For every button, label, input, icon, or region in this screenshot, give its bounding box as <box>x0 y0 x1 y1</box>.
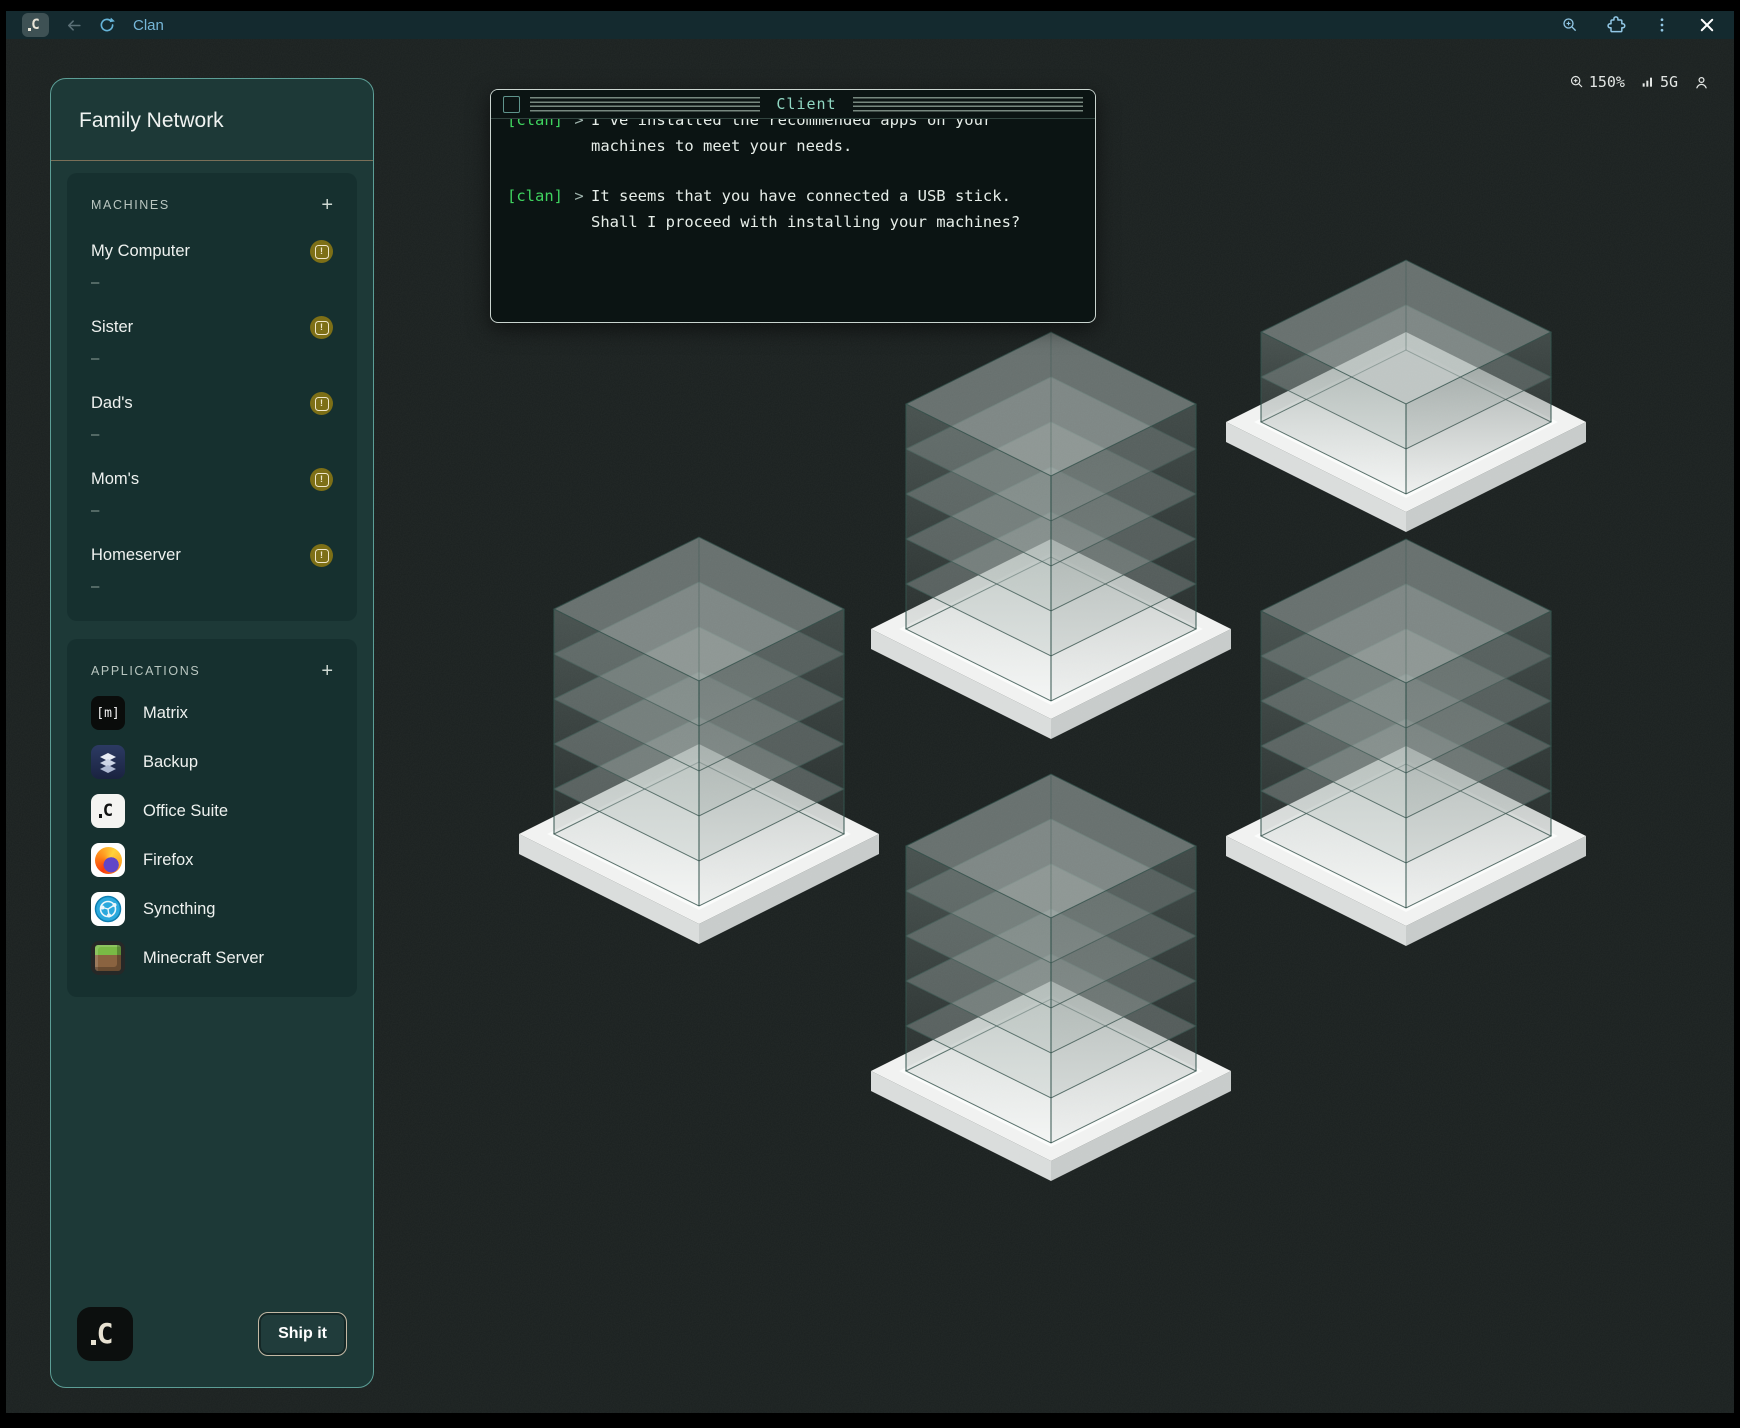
machine-stack[interactable] <box>519 537 879 944</box>
machine-status: – <box>91 578 333 595</box>
machine-item-sister[interactable]: Sister ! – <box>91 316 333 367</box>
syncthing-icon <box>91 892 125 926</box>
browser-toolbar: C Clan <box>6 11 1734 39</box>
close-window-button[interactable] <box>1698 16 1716 34</box>
page-title: Clan <box>133 17 164 34</box>
minecraft-grass-block-icon <box>91 941 125 975</box>
terminal-title: Client <box>760 95 852 113</box>
person-icon <box>1693 74 1710 91</box>
machine-status: – <box>91 274 333 291</box>
status-warning-icon: ! <box>310 468 333 491</box>
machine-stack[interactable] <box>871 332 1231 739</box>
status-warning-icon: ! <box>310 392 333 415</box>
back-button[interactable] <box>64 16 83 35</box>
network-title: Family Network <box>51 79 373 160</box>
terminal-message: [clan] > I've installed the recommended … <box>507 119 1079 159</box>
terminal-output: [clan] > I've installed the recommended … <box>491 119 1095 322</box>
window-control-icon[interactable] <box>503 96 520 113</box>
terminal-message: [clan] > It seems that you have connecte… <box>507 183 1079 235</box>
matrix-icon: [m] <box>91 696 125 730</box>
add-machine-button[interactable]: + <box>321 195 333 215</box>
app-label: Backup <box>143 753 198 772</box>
app-item-minecraft-server[interactable]: Minecraft Server <box>91 941 333 975</box>
add-application-button[interactable]: + <box>321 661 333 681</box>
network-canvas: 150% 5G Client <box>6 39 1734 1413</box>
applications-header: APPLICATIONS <box>91 664 200 678</box>
app-label: Syncthing <box>143 900 215 919</box>
divider <box>51 160 373 161</box>
prompt-tag: [clan] <box>507 183 567 235</box>
machine-item-my-computer[interactable]: My Computer ! – <box>91 240 333 291</box>
machine-name: My Computer <box>91 242 190 261</box>
machine-status: – <box>91 502 333 519</box>
prompt-tag: [clan] <box>507 119 567 159</box>
app-label: Office Suite <box>143 802 228 821</box>
network-label: 5G <box>1660 73 1678 91</box>
kebab-menu-button[interactable] <box>1653 16 1671 34</box>
applications-panel: APPLICATIONS + [m] Matrix Backu <box>67 639 357 997</box>
status-warning-icon: ! <box>310 240 333 263</box>
firefox-icon <box>91 843 125 877</box>
app-label: Matrix <box>143 704 188 723</box>
client-terminal-window[interactable]: Client [clan] > I've installed the recom… <box>490 89 1096 323</box>
extensions-puzzle-button[interactable] <box>1606 15 1626 35</box>
zoom-level: 150% <box>1589 73 1625 91</box>
backup-stack-icon <box>91 745 125 779</box>
office-suite-icon: C <box>91 794 125 828</box>
machine-name: Homeserver <box>91 546 181 565</box>
network-indicator[interactable]: 5G <box>1640 73 1678 91</box>
status-overlay: 150% 5G <box>1569 73 1710 91</box>
machine-stack[interactable] <box>1226 260 1586 532</box>
machine-name: Mom's <box>91 470 139 489</box>
machines-panel: MACHINES + My Computer ! – Sister ! – Da… <box>67 173 357 621</box>
magnifier-plus-icon <box>1569 74 1585 90</box>
machine-status: – <box>91 426 333 443</box>
machine-name: Sister <box>91 318 133 337</box>
machine-name: Dad's <box>91 394 133 413</box>
window-frame: 150% 5G Client <box>0 0 1740 1428</box>
machine-item-homeserver[interactable]: Homeserver ! – <box>91 544 333 595</box>
app-label: Minecraft Server <box>143 949 264 968</box>
zoom-indicator[interactable]: 150% <box>1569 73 1625 91</box>
reload-button[interactable] <box>98 16 116 34</box>
clan-favicon: C <box>22 13 49 37</box>
status-warning-icon: ! <box>310 544 333 567</box>
app-item-matrix[interactable]: [m] Matrix <box>91 696 333 730</box>
machine-item-moms[interactable]: Mom's ! – <box>91 468 333 519</box>
machine-item-dads[interactable]: Dad's ! – <box>91 392 333 443</box>
app-item-office-suite[interactable]: C Office Suite <box>91 794 333 828</box>
machine-stack[interactable] <box>1226 539 1586 946</box>
ship-it-button[interactable]: Ship it <box>258 1312 347 1356</box>
zoom-button[interactable] <box>1561 16 1579 34</box>
titlebar-lines <box>853 97 1083 112</box>
status-warning-icon: ! <box>310 316 333 339</box>
terminal-titlebar[interactable]: Client <box>491 90 1095 119</box>
prompt-arrow: > <box>567 183 591 235</box>
machines-header: MACHINES <box>91 198 170 212</box>
machine-stack[interactable] <box>871 774 1231 1181</box>
clan-logo: C <box>77 1307 133 1361</box>
titlebar-lines <box>530 97 760 112</box>
app-label: Firefox <box>143 851 193 870</box>
machine-status: – <box>91 350 333 367</box>
app-item-backup[interactable]: Backup <box>91 745 333 779</box>
message-text: I've installed the recommended apps on y… <box>591 119 1029 159</box>
message-text: It seems that you have connected a USB s… <box>591 183 1029 235</box>
signal-bars-icon <box>1640 74 1656 90</box>
app-item-syncthing[interactable]: Syncthing <box>91 892 333 926</box>
prompt-arrow: > <box>567 119 591 159</box>
sidebar: Family Network MACHINES + My Computer ! … <box>50 78 374 1388</box>
user-menu[interactable] <box>1693 74 1710 91</box>
app-item-firefox[interactable]: Firefox <box>91 843 333 877</box>
